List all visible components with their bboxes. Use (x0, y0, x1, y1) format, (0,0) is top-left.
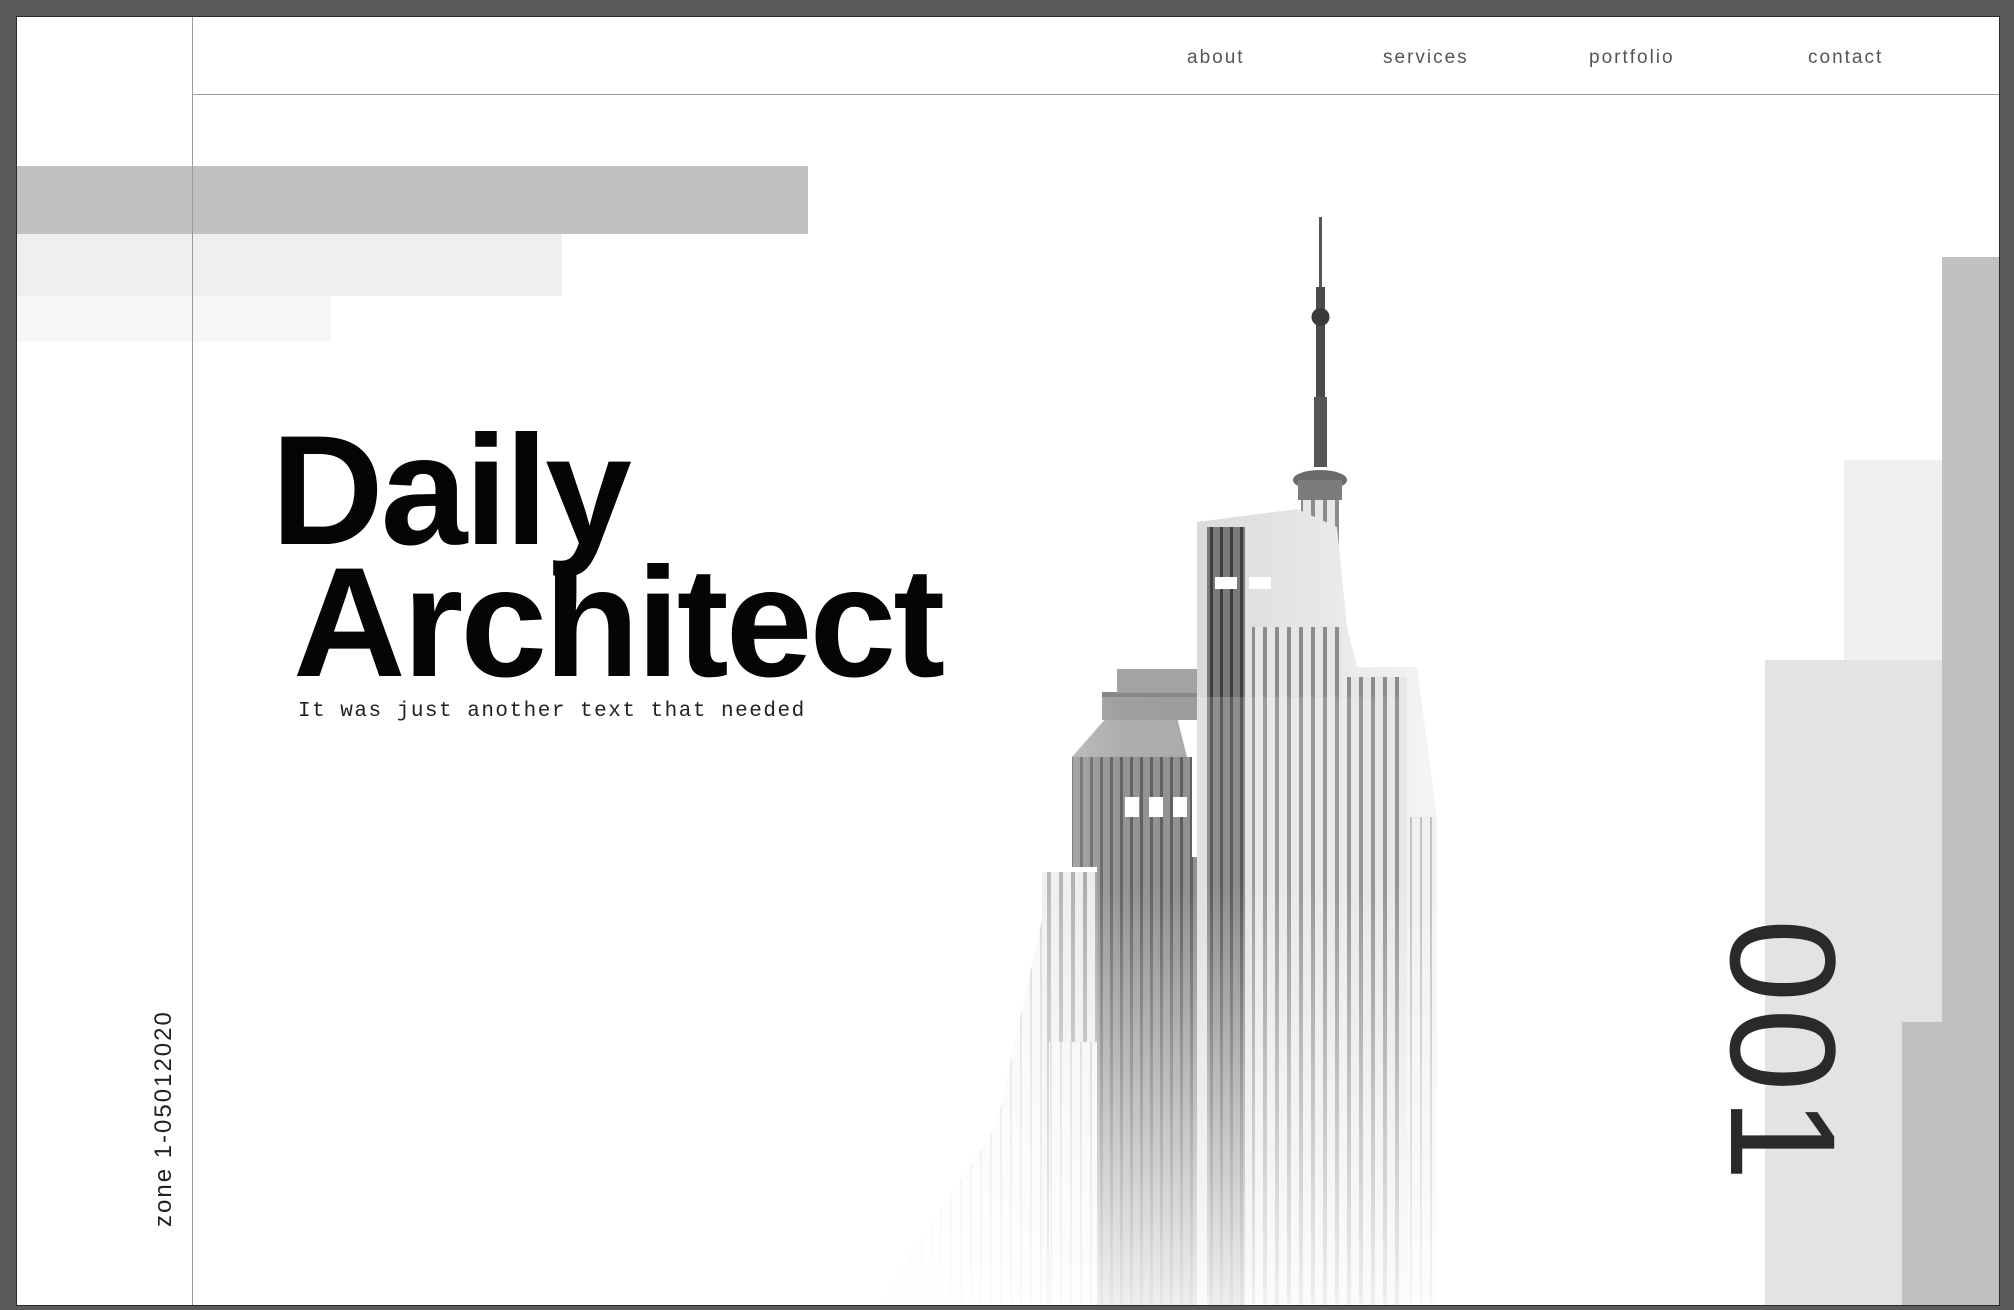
header-divider (192, 94, 1999, 95)
decorative-bar-top (17, 166, 808, 234)
page-number: 001 (1699, 918, 1867, 1188)
decorative-block-short (1902, 1022, 1999, 1305)
skyscraper-illustration (877, 197, 1567, 1305)
top-nav: about services portfolio contact (17, 47, 1999, 77)
decorative-bar-middle (17, 234, 562, 296)
hero-subtitle: It was just another text that needed (298, 700, 806, 723)
left-divider (192, 17, 193, 1305)
decorative-bar-bottom (17, 296, 331, 342)
zone-label: zone 1-05012020 (150, 1010, 177, 1227)
page: about services portfolio contact Daily A… (16, 16, 2000, 1306)
hero-title-line2: Architect (293, 536, 945, 710)
nav-about[interactable]: about (1187, 47, 1245, 69)
nav-contact[interactable]: contact (1808, 47, 1883, 69)
nav-services[interactable]: services (1383, 47, 1469, 69)
nav-portfolio[interactable]: portfolio (1589, 47, 1675, 69)
